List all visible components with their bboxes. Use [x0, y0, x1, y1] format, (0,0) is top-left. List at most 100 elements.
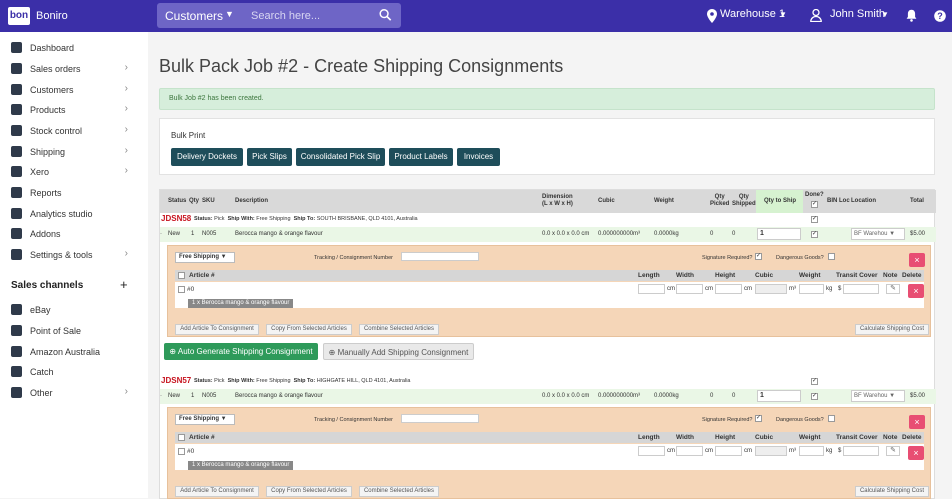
delete-consignment-button[interactable]: × [909, 253, 925, 267]
tracking-input[interactable] [401, 414, 479, 423]
dangerous-goods-checkbox[interactable] [828, 415, 835, 422]
search-input[interactable]: Search here... [251, 10, 320, 22]
delivery-dockets-button[interactable]: Delivery Dockets [171, 148, 243, 166]
sidebar-item-other[interactable]: Other › [0, 383, 140, 403]
done-checkbox[interactable]: ✓ [811, 231, 818, 238]
signature-checkbox[interactable]: ✓ [755, 415, 762, 422]
caret-down-icon[interactable]: ▼ [779, 10, 787, 19]
top-bar: bon Boniro Customers ▼ Search here... Wa… [0, 0, 952, 32]
item-qty-shipped: 0 [732, 231, 736, 237]
transit-cover-input[interactable] [843, 284, 879, 294]
sidebar-item-dashboard[interactable]: Dashboard [0, 38, 140, 58]
article-row: #0 1 x Berocca mango & orange flavour cm… [175, 444, 924, 470]
width-input[interactable] [676, 446, 703, 456]
search-scope-select[interactable]: Customers [165, 9, 223, 23]
product-labels-button[interactable]: Product Labels [389, 148, 453, 166]
col-qty-to-ship: Qty to Ship [764, 198, 796, 204]
sidebar-item-customers[interactable]: Customers › [0, 80, 140, 100]
sidebar-item-catch[interactable]: Catch [0, 362, 140, 382]
weight-input[interactable] [799, 284, 824, 294]
sidebar-item-analytics-studio[interactable]: Analytics studio [0, 204, 140, 224]
done-checkbox[interactable]: ✓ [811, 393, 818, 400]
add-article-button[interactable]: Add Article To Consignment [175, 486, 259, 497]
auto-generate-consignment-button[interactable]: ⊕ Auto Generate Shipping Consignment [164, 343, 318, 360]
order-id[interactable]: JDSN57 [161, 376, 191, 385]
bell-icon[interactable] [906, 9, 917, 22]
weight-input[interactable] [799, 446, 824, 456]
tracking-input[interactable] [401, 252, 479, 261]
article-checkbox[interactable] [178, 448, 185, 455]
note-icon[interactable]: ✎ [886, 446, 900, 456]
order-id[interactable]: JDSN58 [161, 214, 191, 223]
sidebar-item-reports[interactable]: Reports [0, 183, 140, 203]
signature-checkbox[interactable]: ✓ [755, 253, 762, 260]
sidebar-item-amazon-australia[interactable]: Amazon Australia [0, 342, 140, 362]
unit-label: cm [705, 286, 713, 292]
done-checkbox[interactable]: ✓ [811, 378, 818, 385]
button-label: Manually Add Shipping Consignment [337, 348, 469, 357]
calculate-shipping-button[interactable]: Calculate Shipping Cost [855, 486, 929, 497]
sidebar-item-sales-orders[interactable]: Sales orders › [0, 59, 140, 79]
done-checkbox[interactable]: ✓ [811, 216, 818, 223]
sidebar-item-ebay[interactable]: eBay [0, 300, 140, 320]
manual-add-consignment-button[interactable]: ⊕ Manually Add Shipping Consignment [323, 343, 474, 360]
select-all-articles-checkbox[interactable] [178, 434, 185, 441]
col-width: Width [676, 434, 694, 441]
delete-article-button[interactable]: × [908, 284, 924, 298]
order-info: Status: Pick Ship With: Free Shipping Sh… [194, 216, 418, 222]
copy-articles-button[interactable]: Copy From Selected Articles [266, 486, 352, 497]
help-icon[interactable]: ? [934, 10, 946, 22]
note-icon[interactable]: ✎ [886, 284, 900, 294]
sidebar-item-point-of-sale[interactable]: Point of Sale [0, 321, 140, 341]
location-select[interactable]: BF Warehou ▼ [851, 228, 905, 240]
chevron-right-icon: › [124, 124, 128, 135]
success-alert: Bulk Job #2 has been created. [159, 88, 935, 110]
article-checkbox[interactable] [178, 286, 185, 293]
sidebar-item-settings-tools[interactable]: Settings & tools › [0, 245, 140, 265]
shipping-method-select[interactable]: Free Shipping ▼ [175, 414, 235, 425]
unit-label: m³ [789, 448, 796, 454]
qty-to-ship-input[interactable]: 1 [757, 228, 801, 240]
length-input[interactable] [638, 284, 665, 294]
item-qty: 1 [191, 231, 195, 237]
qty-to-ship-input[interactable]: 1 [757, 390, 801, 402]
done-all-checkbox[interactable]: ✓ [811, 201, 818, 208]
sidebar-item-shipping[interactable]: Shipping › [0, 142, 140, 162]
user-menu[interactable]: John Smith [830, 8, 885, 20]
combine-articles-button[interactable]: Combine Selected Articles [359, 324, 439, 335]
dangerous-goods-checkbox[interactable] [828, 253, 835, 260]
search-icon[interactable] [379, 8, 392, 22]
location-pin-icon [707, 9, 717, 23]
width-input[interactable] [676, 284, 703, 294]
combine-articles-button[interactable]: Combine Selected Articles [359, 486, 439, 497]
transit-cover-input[interactable] [843, 446, 879, 456]
pick-slips-button[interactable]: Pick Slips [247, 148, 292, 166]
shipping-method-select[interactable]: Free Shipping ▼ [175, 252, 235, 263]
col-bin-loc: BIN Loc [827, 198, 850, 204]
sidebar-item-products[interactable]: Products › [0, 100, 140, 120]
copy-articles-button[interactable]: Copy From Selected Articles [266, 324, 352, 335]
sidebar-item-xero[interactable]: Xero › [0, 162, 140, 182]
delete-article-button[interactable]: × [908, 446, 924, 460]
col-sku: SKU [202, 198, 215, 204]
select-all-articles-checkbox[interactable] [178, 272, 185, 279]
col-article: Article # [189, 434, 215, 441]
consolidated-pick-slip-button[interactable]: Consolidated Pick Slip [296, 148, 385, 166]
add-article-button[interactable]: Add Article To Consignment [175, 324, 259, 335]
app-logo[interactable]: bon [8, 7, 30, 25]
height-input[interactable] [715, 284, 742, 294]
sidebar-item-addons[interactable]: Addons [0, 224, 140, 244]
invoices-button[interactable]: Invoices [457, 148, 500, 166]
caret-down-icon[interactable]: ▼ [881, 10, 889, 19]
add-channel-icon[interactable]: + [120, 277, 128, 292]
length-input[interactable] [638, 446, 665, 456]
location-select[interactable]: BF Warehou ▼ [851, 390, 905, 402]
col-qty-picked: Qty Picked [710, 194, 730, 207]
delete-consignment-button[interactable]: × [909, 415, 925, 429]
catch-icon [11, 366, 22, 377]
height-input[interactable] [715, 446, 742, 456]
warehouse-select[interactable]: Warehouse 1 [720, 8, 785, 20]
caret-down-icon[interactable]: ▼ [225, 9, 234, 19]
calculate-shipping-button[interactable]: Calculate Shipping Cost [855, 324, 929, 335]
sidebar-item-stock-control[interactable]: Stock control › [0, 121, 140, 141]
